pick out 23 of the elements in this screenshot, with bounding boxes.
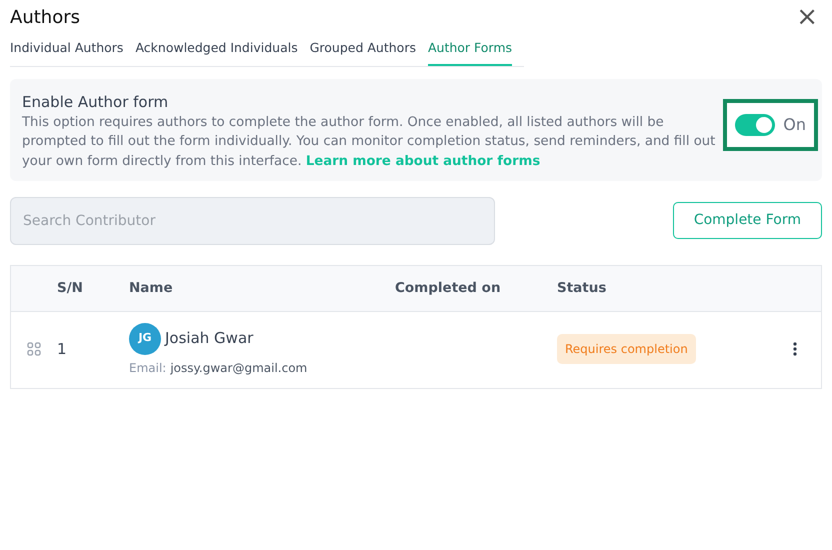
tab[interactable]: Author Forms xyxy=(428,39,512,66)
column-header: Completed on xyxy=(395,280,501,296)
tab[interactable]: Grouped Authors xyxy=(310,39,416,66)
column-header: Status xyxy=(557,280,606,296)
email-label: Email: xyxy=(129,360,166,377)
serial-number: 1 xyxy=(57,340,67,358)
toggle-switch[interactable] xyxy=(735,114,776,136)
avatar: JG xyxy=(129,322,161,355)
column-header: Name xyxy=(129,280,173,296)
column-header: S/N xyxy=(57,280,83,296)
setting-title: Enable Author form xyxy=(22,92,170,113)
email-address: jossy.gwar@gmail.com xyxy=(170,360,308,377)
status-badge: Requires completion xyxy=(557,334,696,364)
tab[interactable]: Individual Authors xyxy=(10,39,124,66)
dialog-title: Authors xyxy=(10,6,80,30)
more-options-icon[interactable] xyxy=(793,342,797,356)
author-name: Josiah Gwar xyxy=(165,328,254,350)
drag-handle-icon[interactable] xyxy=(27,342,41,356)
toggle-label: On xyxy=(783,114,806,136)
tab[interactable]: Acknowledged Individuals xyxy=(135,39,298,66)
setting-description: This option requires authors to complete the author form. Once enabled, all listed authors will be prompted to fill out the form individually. You can monitor completion status, send reminders, and fill out your own form directly from this interface. Learn more about author forms xyxy=(22,114,716,171)
search-field[interactable]: Search Contributor xyxy=(10,196,495,245)
close-button[interactable]: × xyxy=(792,4,822,30)
